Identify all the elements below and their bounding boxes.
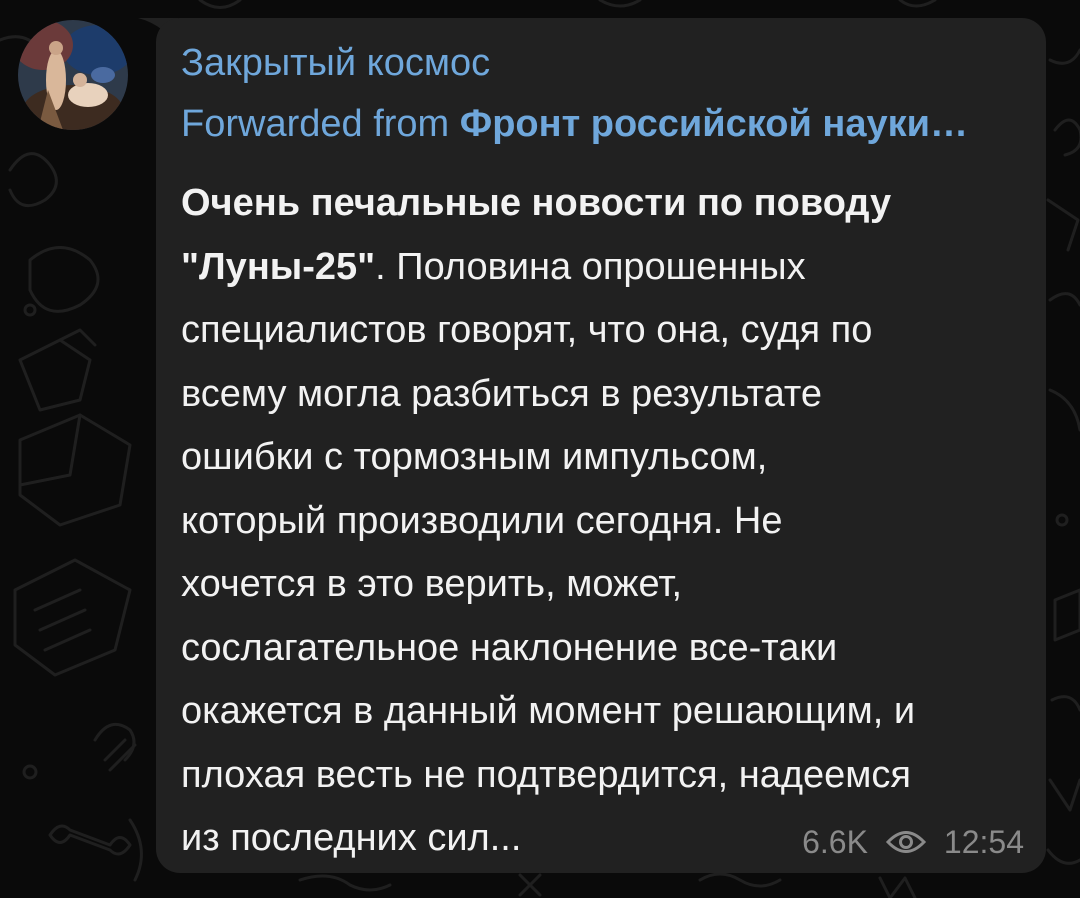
message-line: который производили сегодня. Не <box>181 490 1026 554</box>
message-line: хочется в это верить, может, <box>181 553 1026 617</box>
channel-name[interactable]: Закрытый космос <box>181 40 490 86</box>
message-line: "Луны-25". Половина опрошенных <box>181 236 1026 300</box>
message-line-bold: "Луны-25" <box>181 245 376 288</box>
message-line-text: из последних сил... <box>181 817 522 859</box>
message-meta: 6.6K 12:54 <box>802 822 1024 862</box>
message-line: специалистов говорят, что она, судя по <box>181 299 1026 363</box>
forwarded-prefix: Forwarded from <box>181 103 450 145</box>
channel-avatar-painting-icon <box>18 20 128 130</box>
forwarded-source[interactable]: Фронт российской науки… <box>460 103 968 145</box>
channel-avatar[interactable] <box>18 20 128 130</box>
message-line-text: хочется в это верить, может, <box>181 563 683 605</box>
message-line: окажется в данный момент решающим, и <box>181 680 1026 744</box>
message-line: ошибки с тормозным импульсом, <box>181 426 1026 490</box>
message-line-text: плохая весть не подтвердится, надеемся <box>181 753 911 796</box>
message-line: Очень печальные новости по поводу <box>181 172 1026 236</box>
message-time: 12:54 <box>943 824 1024 860</box>
message-line-text: всему могла разбиться в результате <box>181 372 823 415</box>
message-line: всему могла разбиться в результате <box>181 363 1026 427</box>
message-line-text: . Половина опрошенных <box>375 245 806 288</box>
eye-icon <box>885 831 926 853</box>
message-line-text: сослагательное наклонение все-таки <box>181 626 838 669</box>
message-line-text: который производили сегодня. Не <box>181 499 783 542</box>
view-count: 6.6K <box>802 824 868 860</box>
message-text: Очень печальные новости по поводу "Луны-… <box>181 172 1026 871</box>
message-line-text: окажется в данный момент решающим, и <box>181 690 916 732</box>
message-line: плохая весть не подтвердится, надеемся <box>181 744 1026 808</box>
forwarded-header[interactable]: Forwarded from Фронт российской науки… <box>181 101 968 147</box>
message-line-text: ошибки с тормозным импульсом, <box>181 436 768 478</box>
message-line: сослагательное наклонение все-таки <box>181 617 1026 681</box>
message-line-bold: Очень печальные новости по поводу <box>181 182 892 224</box>
message-line-text: специалистов говорят, что она, судя по <box>181 309 873 351</box>
